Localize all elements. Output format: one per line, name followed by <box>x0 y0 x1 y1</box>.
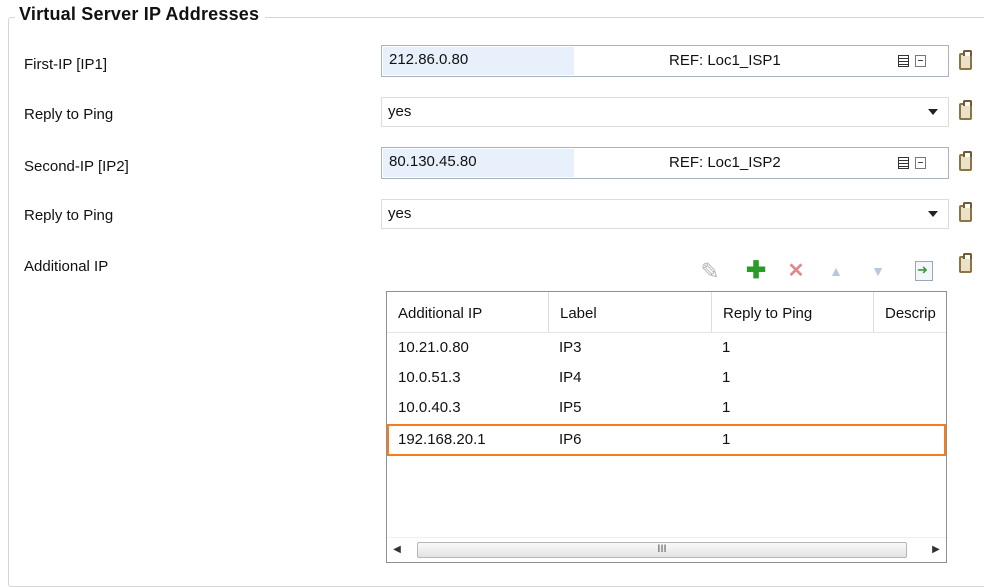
remove-icon[interactable] <box>915 157 926 169</box>
second-ip-ref: REF: Loc1_ISP2 <box>669 154 781 171</box>
table-row[interactable]: 10.21.0.80 IP3 1 <box>387 334 946 362</box>
second-ip-field[interactable]: 80.130.45.80 REF: Loc1_ISP2 <box>381 147 949 179</box>
horizontal-scrollbar[interactable]: ◀ III ▶ <box>387 537 946 562</box>
cell-reply-to-ping: 1 <box>722 369 731 386</box>
reply-to-ping-select-2[interactable]: yes <box>381 199 949 229</box>
first-ip-ref: REF: Loc1_ISP1 <box>669 52 781 69</box>
clipboard-icon[interactable] <box>959 50 972 70</box>
cell-reply-to-ping: 1 <box>722 339 731 356</box>
first-ip-value[interactable]: 212.86.0.80 <box>383 47 574 75</box>
column-header-description[interactable]: Descrip <box>873 292 946 332</box>
clipboard-icon[interactable] <box>959 100 972 120</box>
group-title: Virtual Server IP Addresses <box>15 4 266 25</box>
cell-label: IP6 <box>559 431 582 448</box>
clipboard-icon[interactable] <box>959 151 972 171</box>
reply-to-ping-value-2: yes <box>388 205 412 222</box>
import-icon[interactable] <box>910 256 942 286</box>
cell-additional-ip: 10.0.51.3 <box>398 369 461 386</box>
cell-label: IP5 <box>559 399 582 416</box>
cell-reply-to-ping: 1 <box>722 399 731 416</box>
reply-to-ping-label-1: Reply to Ping <box>24 106 114 123</box>
notes-icon[interactable] <box>898 55 909 67</box>
table-row-selected[interactable]: 192.168.20.1 IP6 1 <box>387 424 946 456</box>
table-row[interactable]: 10.0.51.3 IP4 1 <box>387 364 946 392</box>
cell-additional-ip: 10.0.40.3 <box>398 399 461 416</box>
cell-reply-to-ping: 1 <box>722 431 731 448</box>
column-header-additional-ip[interactable]: Additional IP <box>387 292 548 332</box>
second-ip-value[interactable]: 80.130.45.80 <box>383 149 574 177</box>
cell-label: IP3 <box>559 339 582 356</box>
table-row[interactable]: 10.0.40.3 IP5 1 <box>387 394 946 422</box>
column-header-label[interactable]: Label <box>548 292 711 332</box>
cell-additional-ip: 10.21.0.80 <box>398 339 469 356</box>
reply-to-ping-value-1: yes <box>388 103 412 120</box>
chevron-down-icon[interactable] <box>928 211 938 217</box>
move-up-icon[interactable]: ▲ <box>820 256 852 286</box>
reply-to-ping-select-1[interactable]: yes <box>381 97 949 127</box>
add-icon[interactable]: ✚ <box>740 256 772 286</box>
additional-ip-label: Additional IP <box>24 258 109 275</box>
first-ip-field[interactable]: 212.86.0.80 REF: Loc1_ISP1 <box>381 45 949 77</box>
additional-ip-table[interactable]: Additional IP Label Reply to Ping Descri… <box>386 291 947 563</box>
cell-additional-ip: 192.168.20.1 <box>398 431 486 448</box>
clipboard-icon[interactable] <box>959 202 972 222</box>
delete-icon[interactable]: ✕ <box>780 256 812 286</box>
move-down-icon[interactable]: ▼ <box>862 256 894 286</box>
scrollbar-thumb[interactable]: III <box>417 542 907 558</box>
remove-icon[interactable] <box>915 55 926 67</box>
edit-icon[interactable]: ✎ <box>694 256 726 286</box>
cell-label: IP4 <box>559 369 582 386</box>
clipboard-icon[interactable] <box>959 253 972 273</box>
scroll-right-icon[interactable]: ▶ <box>926 538 946 562</box>
scroll-left-icon[interactable]: ◀ <box>387 538 407 562</box>
chevron-down-icon[interactable] <box>928 109 938 115</box>
column-header-reply-to-ping[interactable]: Reply to Ping <box>711 292 873 332</box>
reply-to-ping-label-2: Reply to Ping <box>24 207 114 224</box>
table-header: Additional IP Label Reply to Ping Descri… <box>387 292 946 333</box>
first-ip-label: First-IP [IP1] <box>24 56 108 73</box>
notes-icon[interactable] <box>898 157 909 169</box>
second-ip-label: Second-IP [IP2] <box>24 158 129 175</box>
